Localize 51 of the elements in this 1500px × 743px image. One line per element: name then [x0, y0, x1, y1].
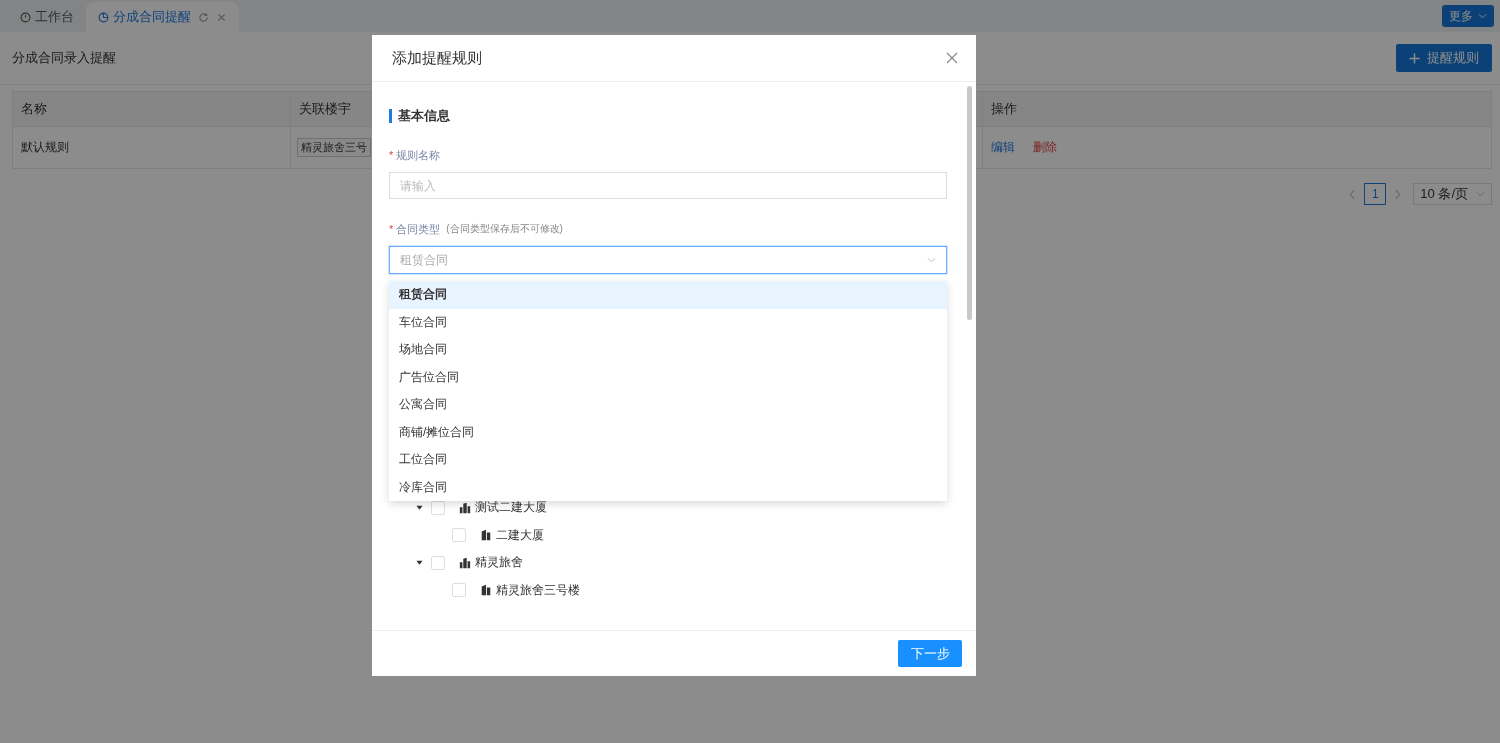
- checkbox[interactable]: [452, 528, 466, 543]
- building-icon: [480, 584, 492, 597]
- close-icon[interactable]: [946, 52, 958, 64]
- buildings-icon: [459, 501, 471, 514]
- page-title: 分成合同录入提醒: [12, 49, 116, 67]
- field-hint: (合同类型保存后不可修改): [446, 222, 563, 236]
- next-page-icon[interactable]: [1394, 188, 1402, 200]
- scrollbar[interactable]: [967, 86, 972, 320]
- tree-item-label[interactable]: 二建大厦: [496, 526, 544, 544]
- dropdown-option[interactable]: 商铺/摊位合同: [389, 418, 947, 446]
- close-icon[interactable]: [216, 11, 227, 23]
- building-tag: 精灵旅舍三号: [297, 138, 371, 157]
- dropdown-option[interactable]: 冷库合同: [389, 473, 947, 501]
- column-header: 操作: [990, 100, 1018, 118]
- pie-chart-icon: [98, 11, 109, 23]
- checkbox[interactable]: [431, 500, 445, 515]
- refresh-icon[interactable]: [198, 11, 209, 23]
- dropdown-option[interactable]: 工位合同: [389, 446, 947, 474]
- tree-item-label[interactable]: 测试二建大厦: [475, 499, 547, 517]
- plus-icon: [1409, 52, 1420, 64]
- buildings-icon: [459, 556, 471, 569]
- building-icon: [480, 529, 492, 542]
- table-cell: 默认规则: [13, 127, 291, 168]
- section-title: 基本信息: [389, 109, 947, 123]
- input-field[interactable]: 请输入: [389, 172, 947, 199]
- expand-icon[interactable]: [416, 559, 423, 567]
- dropdown-option[interactable]: 广告位合同: [389, 363, 947, 391]
- checkbox[interactable]: [431, 555, 445, 570]
- tab[interactable]: 工作台: [8, 2, 86, 32]
- dropdown-option[interactable]: 公寓合同: [389, 391, 947, 419]
- caret-icon: [927, 257, 936, 263]
- caret-icon: [1478, 13, 1487, 19]
- dropdown-option[interactable]: 车位合同: [389, 308, 947, 336]
- dialog-title: 添加提醒规则: [392, 48, 482, 68]
- dashboard-icon: [20, 11, 31, 23]
- tab-label: 工作台: [35, 8, 74, 26]
- field-label: 规则名称: [396, 147, 441, 163]
- tree-item-label[interactable]: 精灵旅舍: [475, 554, 523, 572]
- prev-page-icon[interactable]: [1349, 188, 1357, 200]
- dropdown-option[interactable]: 租赁合同: [389, 281, 947, 309]
- page-size-select[interactable]: 10 条/页: [1413, 183, 1492, 205]
- required-mark: *: [389, 149, 394, 161]
- column-header: 名称: [13, 92, 291, 126]
- caret-icon: [1476, 191, 1485, 197]
- tree-item-label[interactable]: 精灵旅舍三号楼: [496, 581, 580, 599]
- field-label: 合同类型: [396, 221, 441, 237]
- dropdown-option[interactable]: 场地合同: [389, 336, 947, 364]
- expand-icon[interactable]: [416, 504, 423, 512]
- required-mark: *: [389, 223, 394, 235]
- checkbox[interactable]: [452, 583, 466, 598]
- tab-label: 分成合同提醒: [113, 8, 191, 26]
